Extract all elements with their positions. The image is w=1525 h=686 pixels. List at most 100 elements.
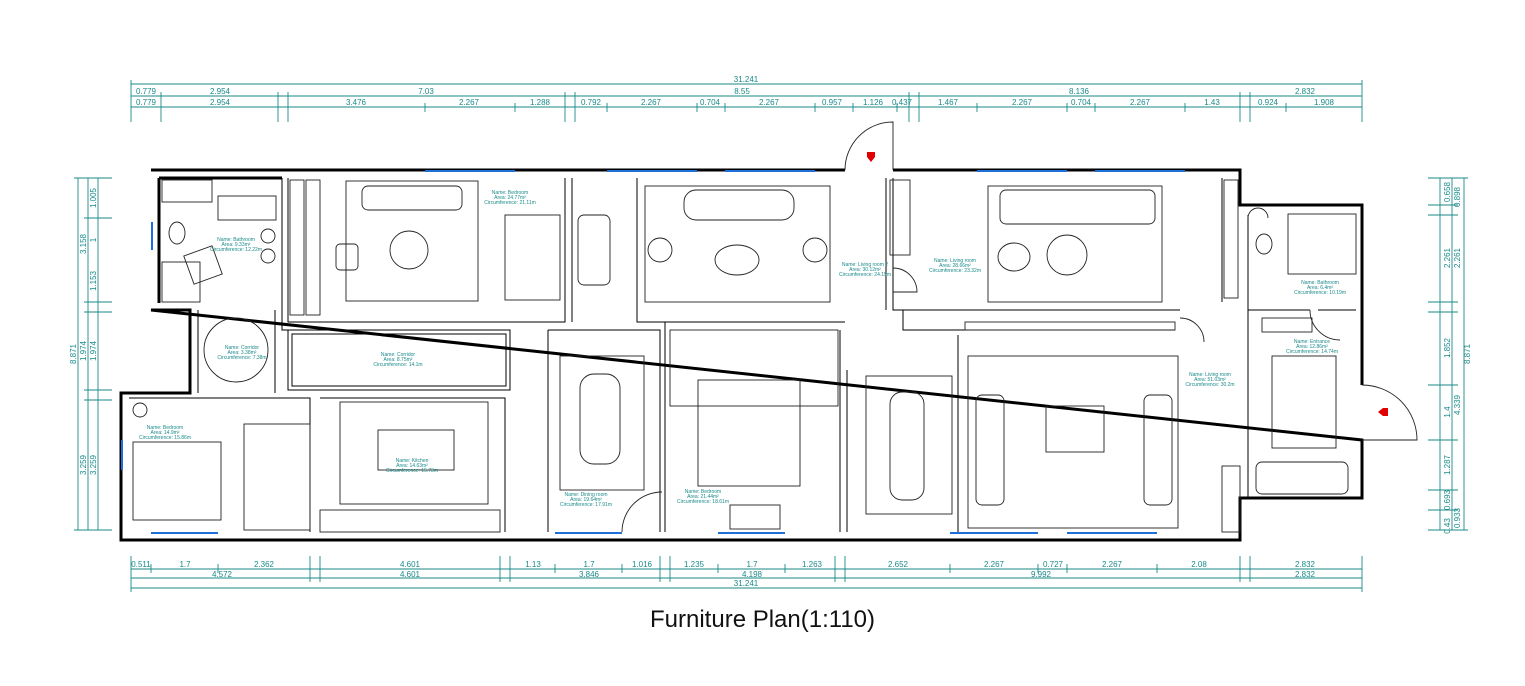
- dim-label: 1.016: [632, 560, 653, 569]
- dim-label: 0.898: [1453, 186, 1462, 207]
- svg-text:Circumference: 17.91m: Circumference: 17.91m: [560, 502, 612, 508]
- dim-label: 2.267: [759, 98, 780, 107]
- dim-label: 1.13: [525, 560, 541, 569]
- dim-label: 2.652: [888, 560, 909, 569]
- dim-label: 8.136: [1069, 87, 1090, 96]
- entry-arrow-icon: [1378, 408, 1388, 416]
- dim-label: 0.924: [1258, 98, 1279, 107]
- svg-text:Circumference: 23.32m: Circumference: 23.32m: [929, 268, 981, 274]
- dim-label: 0.43: [1443, 518, 1452, 534]
- dim-label: 3.476: [346, 98, 367, 107]
- dim-label: 2.267: [1012, 98, 1033, 107]
- dim-label: 0.704: [700, 98, 721, 107]
- dim-label: 1.974: [89, 340, 98, 361]
- dim-label: 2.267: [1130, 98, 1151, 107]
- dim-label: 1.287: [1443, 454, 1452, 475]
- dim-label: 2.362: [254, 560, 275, 569]
- dim-label: 0.792: [581, 98, 602, 107]
- dim-label: 0.437: [892, 98, 913, 107]
- room-label-entrance: Name: Entrance Area: 12.86m² Circumferen…: [1286, 339, 1338, 355]
- dim-label: 3.846: [579, 570, 600, 579]
- dim-label: 1.005: [89, 187, 98, 208]
- floor-plan-drawing: 31.241 0.779 2.954 7.03 8.55 8.136 2.832…: [69, 75, 1472, 592]
- dim-label: 4.601: [400, 570, 421, 579]
- dim-label: 2.954: [210, 87, 231, 96]
- dim-label: 1.153: [89, 270, 98, 291]
- windows: [121, 170, 1185, 534]
- dim-label: 2.267: [459, 98, 480, 107]
- entry-arrow-icon: [867, 152, 875, 162]
- drawing-title: Furniture Plan(1:110): [650, 606, 875, 633]
- dim-label: 2.832: [1295, 570, 1316, 579]
- svg-text:Circumference: 14.74m: Circumference: 14.74m: [1286, 349, 1338, 355]
- dim-label: 1.908: [1314, 98, 1335, 107]
- dim-label: 0.779: [136, 98, 157, 107]
- top-total-dim: 31.241: [734, 75, 759, 84]
- dim-label: 1.288: [530, 98, 551, 107]
- dim-label: 0.957: [822, 98, 843, 107]
- dim-label: 1.126: [863, 98, 884, 107]
- svg-text:Circumference: 15.73m: Circumference: 15.73m: [386, 468, 438, 474]
- dim-label: 4.339: [1453, 394, 1462, 415]
- dim-label: 0.779: [136, 87, 157, 96]
- room-label-bedroom-3: Name: Bedroom Area: 21.44m² Circumferenc…: [677, 489, 729, 505]
- dim-label: 1.7: [583, 560, 595, 569]
- dim-label: 0.693: [1443, 489, 1452, 510]
- room-label-bathroom-2: Name: Bathroom Area: 6.4m² Circumference…: [1294, 280, 1346, 296]
- dim-label: 4.198: [742, 570, 763, 579]
- dim-label: 2.267: [1102, 560, 1123, 569]
- svg-text:Circumference: 18.61m: Circumference: 18.61m: [677, 499, 729, 505]
- bottom-dimension-chains: 0.511 1.7 2.362 4.601 1.13 1.7 1.016 1.2…: [130, 556, 1363, 592]
- top-dimension-chains: 31.241 0.779 2.954 7.03 8.55 8.136 2.832…: [130, 75, 1363, 122]
- dim-label: 1.4: [1443, 406, 1452, 418]
- dim-label: 1.852: [1443, 337, 1452, 358]
- svg-text:Circumference: 10.19m: Circumference: 10.19m: [1294, 290, 1346, 296]
- dim-label: 4.601: [400, 560, 421, 569]
- svg-text:Circumference: 7.38m: Circumference: 7.38m: [217, 355, 266, 361]
- dim-label: 3.158: [79, 233, 88, 254]
- dim-label: 0.933: [1453, 507, 1462, 528]
- dim-label: 2.261: [1453, 247, 1462, 268]
- dim-label: 0.704: [1071, 98, 1092, 107]
- svg-text:Circumference: 24.15m: Circumference: 24.15m: [839, 272, 891, 278]
- dim-label: 2.08: [1191, 560, 1207, 569]
- svg-text:Circumference: 12.22m: Circumference: 12.22m: [210, 247, 262, 253]
- dim-label: 1.7: [746, 560, 758, 569]
- svg-text:Circumference: 15.86m: Circumference: 15.86m: [139, 435, 191, 441]
- dim-label: 1.263: [802, 560, 823, 569]
- svg-text:Circumference: 14.1m: Circumference: 14.1m: [373, 362, 422, 368]
- room-label-living-room-main: Name: Living room Area: 51.03m² Circumfe…: [1185, 372, 1234, 388]
- dim-label: 2.267: [984, 560, 1005, 569]
- dim-label: 1.467: [938, 98, 959, 107]
- dim-label: 0.658: [1443, 181, 1452, 202]
- room-label-kitchen: Name: Kitchen Area: 14.63m² Circumferenc…: [386, 458, 438, 474]
- dim-label: 1.7: [179, 560, 191, 569]
- dim-label: 2.954: [210, 98, 231, 107]
- walls: [119, 168, 1364, 542]
- dim-label: 2.832: [1295, 560, 1316, 569]
- room-label-bedroom: Name: Bedroom Area: 24.77m² Circumferenc…: [484, 190, 536, 206]
- room-label-bathroom: Name: Bathroom Area: 9.33m² Circumferenc…: [210, 237, 262, 253]
- dim-label: 3.259: [79, 454, 88, 475]
- room-label-corridor: Name: Corridor Area: 3.38m² Circumferenc…: [217, 345, 266, 361]
- right-dimension-chains: 0.658 0.898 2.261 2.261 1.852 4.339 1.4 …: [1428, 177, 1472, 534]
- doors: [621, 121, 1418, 533]
- room-label-bedroom-2: Name: Bedroom Area: 14.9m² Circumference…: [139, 425, 191, 441]
- left-dimension-chains: 1.005 3.158 1 1.153 1.974 1.974 3.259 3.…: [69, 177, 112, 531]
- dim-label: 7.03: [418, 87, 434, 96]
- room-label-living-room: Name: Living room Area: 28.66m² Circumfe…: [929, 258, 981, 274]
- dim-label: 2.267: [641, 98, 662, 107]
- dim-label: 4.572: [212, 570, 233, 579]
- right-total-dim: 8.871: [1463, 343, 1472, 364]
- dim-label: 1.235: [684, 560, 705, 569]
- bottom-total-dim: 31.241: [734, 579, 759, 588]
- dim-label: 9.992: [1031, 570, 1052, 579]
- furniture: [132, 179, 1357, 533]
- dim-label: 0.727: [1043, 560, 1064, 569]
- room-label-corridor-2: Name: Corridor Area: 8.75m² Circumferenc…: [373, 352, 422, 368]
- svg-text:Circumference: 30.2m: Circumference: 30.2m: [1185, 382, 1234, 388]
- dim-label: 1.974: [79, 340, 88, 361]
- left-total-dim: 8.871: [69, 343, 78, 364]
- dim-label: 2.261: [1443, 247, 1452, 268]
- dim-label: 3.259: [89, 454, 98, 475]
